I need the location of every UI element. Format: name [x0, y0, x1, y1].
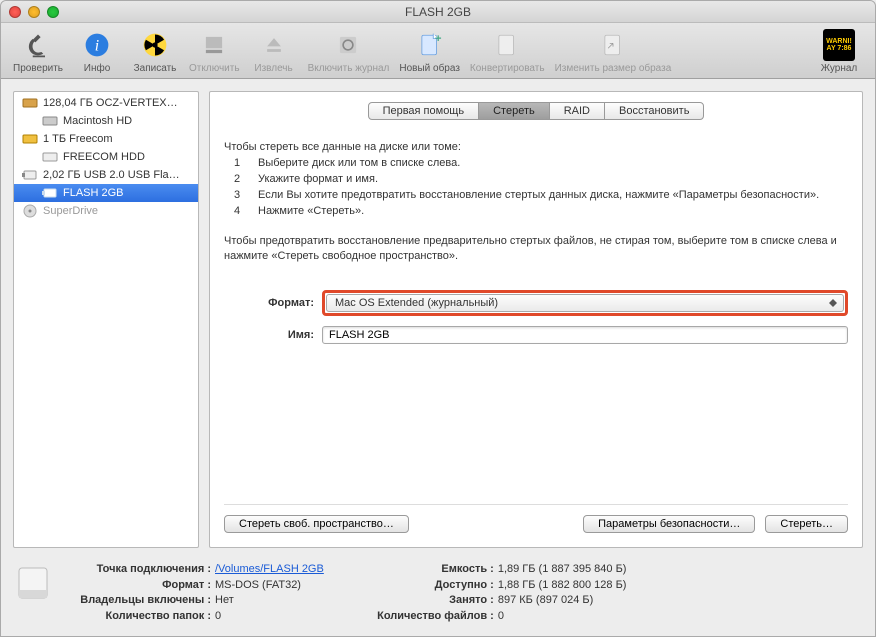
sidebar-volume-freecom-hdd[interactable]: FREECOM HDD — [14, 148, 198, 166]
toolbar-unmount-label: Отключить — [189, 63, 240, 74]
footer-info: Точка подключения : /Volumes/FLASH 2GB Фо… — [1, 554, 875, 636]
sidebar-item-label: 128,04 ГБ OCZ-VERTEX… — [43, 97, 178, 109]
available-label: Доступно : — [364, 578, 494, 593]
toolbar-burn-label: Записать — [134, 63, 177, 74]
eject-icon — [258, 29, 290, 61]
sidebar-superdrive[interactable]: SuperDrive — [14, 202, 198, 220]
window-title: FLASH 2GB — [1, 5, 875, 19]
sidebar-volume-flash-2gb[interactable]: FLASH 2GB — [14, 184, 198, 202]
sidebar-disk-freecom[interactable]: 1 ТБ Freecom — [14, 130, 198, 148]
convert-icon — [491, 29, 523, 61]
warning-icon: WARNI! AY 7:86 — [823, 29, 855, 61]
content-panel: Первая помощь Стереть RAID Восстановить … — [209, 91, 863, 548]
format-select[interactable]: Mac OS Extended (журнальный) — [326, 294, 844, 312]
security-options-button[interactable]: Параметры безопасности… — [583, 515, 755, 533]
sidebar-item-label: 2,02 ГБ USB 2.0 USB Fla… — [43, 169, 180, 181]
volume-icon — [15, 562, 51, 604]
toolbar-verify-button[interactable]: Проверить — [9, 27, 67, 76]
tab-first-aid[interactable]: Первая помощь — [369, 103, 480, 119]
format-info-label: Формат : — [61, 578, 211, 593]
capacity-value: 1,89 ГБ (1 887 395 840 Б) — [498, 562, 627, 577]
toolbar-unmount-button[interactable]: Отключить — [185, 27, 244, 76]
external-disk-icon — [42, 150, 58, 164]
instructions-intro: Чтобы стереть все данные на диске или то… — [224, 140, 848, 156]
erase-button[interactable]: Стереть… — [765, 515, 848, 533]
toolbar-resize-image-button[interactable]: Изменить размер образа — [551, 27, 676, 76]
folders-label: Количество папок : — [61, 609, 211, 624]
new-image-icon: + — [414, 29, 446, 61]
journal-icon — [332, 29, 364, 61]
instructions-note: Чтобы предотвратить восстановление предв… — [224, 234, 848, 265]
button-row: Стереть своб. пространство… Параметры бе… — [224, 504, 848, 533]
toolbar-burn-button[interactable]: Записать — [127, 27, 183, 76]
format-select-value: Mac OS Extended (журнальный) — [335, 297, 498, 309]
close-window-button[interactable] — [9, 6, 21, 18]
minimize-window-button[interactable] — [28, 6, 40, 18]
format-label: Формат: — [224, 297, 314, 309]
available-value: 1,88 ГБ (1 882 800 128 Б) — [498, 578, 627, 593]
toolbar-verify-label: Проверить — [13, 63, 63, 74]
usb-disk-icon — [42, 186, 58, 200]
window-controls — [9, 6, 59, 18]
titlebar: FLASH 2GB — [1, 1, 875, 23]
mount-point-label: Точка подключения : — [61, 562, 211, 577]
format-info-value: MS-DOS (FAT32) — [215, 578, 301, 593]
toolbar: Проверить i Инфо Записать Отключить Извл… — [1, 23, 875, 79]
sidebar-disk-ocz[interactable]: 128,04 ГБ OCZ-VERTEX… — [14, 94, 198, 112]
toolbar-convert-label: Конвертировать — [470, 63, 545, 74]
owners-value: Нет — [215, 593, 234, 608]
instructions-text: Чтобы стереть все данные на диске или то… — [224, 140, 848, 220]
files-label: Количество файлов : — [364, 609, 494, 624]
unmount-icon — [198, 29, 230, 61]
toolbar-new-image-button[interactable]: + Новый образ — [395, 27, 464, 76]
files-value: 0 — [498, 609, 504, 624]
internal-disk-icon — [42, 114, 58, 128]
sidebar-item-label: FREECOM HDD — [63, 151, 145, 163]
svg-text:+: + — [435, 33, 442, 45]
sidebar-volume-macintosh-hd[interactable]: Macintosh HD — [14, 112, 198, 130]
owners-label: Владельцы включены : — [61, 593, 211, 608]
format-highlight: Mac OS Extended (журнальный) — [322, 290, 848, 316]
capacity-label: Емкость : — [364, 562, 494, 577]
sidebar-item-label: Macintosh HD — [63, 115, 132, 127]
tab-restore[interactable]: Восстановить — [605, 103, 703, 119]
external-disk-icon — [22, 132, 38, 146]
resize-icon — [597, 29, 629, 61]
toolbar-eject-label: Извлечь — [254, 63, 292, 74]
radiation-icon — [139, 29, 171, 61]
name-label: Имя: — [224, 329, 314, 341]
name-input[interactable] — [322, 326, 848, 344]
toolbar-new-image-label: Новый образ — [399, 63, 460, 74]
optical-drive-icon — [22, 204, 38, 218]
used-value: 897 КБ (897 024 Б) — [498, 593, 593, 608]
used-label: Занято : — [364, 593, 494, 608]
tab-raid[interactable]: RAID — [550, 103, 605, 119]
toolbar-log-button[interactable]: WARNI! AY 7:86 Журнал — [811, 27, 867, 76]
toolbar-eject-button[interactable]: Извлечь — [246, 27, 302, 76]
sidebar-item-label: FLASH 2GB — [63, 187, 124, 199]
toolbar-convert-button[interactable]: Конвертировать — [466, 27, 549, 76]
sidebar-disk-usb[interactable]: 2,02 ГБ USB 2.0 USB Fla… — [14, 166, 198, 184]
zoom-window-button[interactable] — [47, 6, 59, 18]
tab-erase[interactable]: Стереть — [479, 103, 550, 119]
microscope-icon — [22, 29, 54, 61]
disk-sidebar: 128,04 ГБ OCZ-VERTEX… Macintosh HD 1 ТБ … — [13, 91, 199, 548]
toolbar-info-button[interactable]: i Инфо — [69, 27, 125, 76]
svg-text:i: i — [95, 37, 99, 54]
toolbar-info-label: Инфо — [84, 63, 111, 74]
internal-disk-icon — [22, 96, 38, 110]
toolbar-log-label: Журнал — [821, 63, 858, 74]
erase-free-space-button[interactable]: Стереть своб. пространство… — [224, 515, 409, 533]
sidebar-item-label: SuperDrive — [43, 205, 98, 217]
tab-bar: Первая помощь Стереть RAID Восстановить — [224, 102, 848, 120]
toolbar-enable-journal-button[interactable]: Включить журнал — [304, 27, 394, 76]
mount-point-link[interactable]: /Volumes/FLASH 2GB — [215, 563, 324, 575]
toolbar-resize-image-label: Изменить размер образа — [555, 63, 672, 74]
sidebar-item-label: 1 ТБ Freecom — [43, 133, 113, 145]
usb-disk-icon — [22, 168, 38, 182]
app-window: FLASH 2GB Проверить i Инфо Записать Откл… — [0, 0, 876, 637]
info-icon: i — [81, 29, 113, 61]
folders-value: 0 — [215, 609, 221, 624]
toolbar-enable-journal-label: Включить журнал — [308, 63, 390, 74]
